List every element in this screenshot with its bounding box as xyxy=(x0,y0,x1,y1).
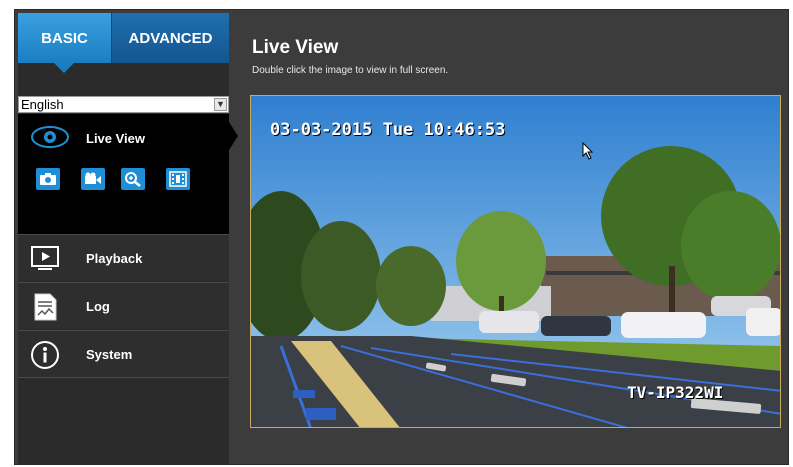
eye-icon xyxy=(31,126,69,148)
chevron-down-icon[interactable]: ▼ xyxy=(214,98,227,111)
playback-icon xyxy=(31,246,59,270)
sidebar-item-label: Log xyxy=(86,299,110,314)
zoom-icon[interactable] xyxy=(121,168,145,190)
frame-icon[interactable] xyxy=(166,168,190,190)
camera-name-overlay: TV-IP322WI xyxy=(627,383,724,402)
mode-tabs: BASIC ADVANCED xyxy=(18,13,229,73)
record-icon[interactable] xyxy=(81,168,105,190)
page-subtitle: Double click the image to view in full s… xyxy=(252,65,449,76)
sidebar-item-label: System xyxy=(86,347,133,362)
sidebar-item-playback[interactable]: Playback xyxy=(18,234,229,281)
nav-live-view[interactable]: Live View xyxy=(86,131,145,146)
info-icon xyxy=(31,341,59,369)
tab-advanced[interactable]: ADVANCED xyxy=(111,13,229,63)
language-select[interactable]: English ▼ xyxy=(18,96,229,113)
camera-image xyxy=(251,96,780,427)
page-title: Live View xyxy=(252,37,339,58)
sidebar-item-system[interactable]: System xyxy=(18,330,229,378)
video-timestamp: 03-03-2015 Tue 10:46:53 xyxy=(270,120,506,140)
cursor-icon xyxy=(582,142,594,160)
sidebar-item-label: Playback xyxy=(86,251,143,266)
log-icon xyxy=(34,293,57,321)
language-select-value: English xyxy=(21,97,64,112)
live-video-feed[interactable] xyxy=(250,95,781,428)
snapshot-icon[interactable] xyxy=(36,168,60,190)
tab-basic[interactable]: BASIC xyxy=(18,13,111,73)
sidebar-item-log[interactable]: Log xyxy=(18,282,229,329)
